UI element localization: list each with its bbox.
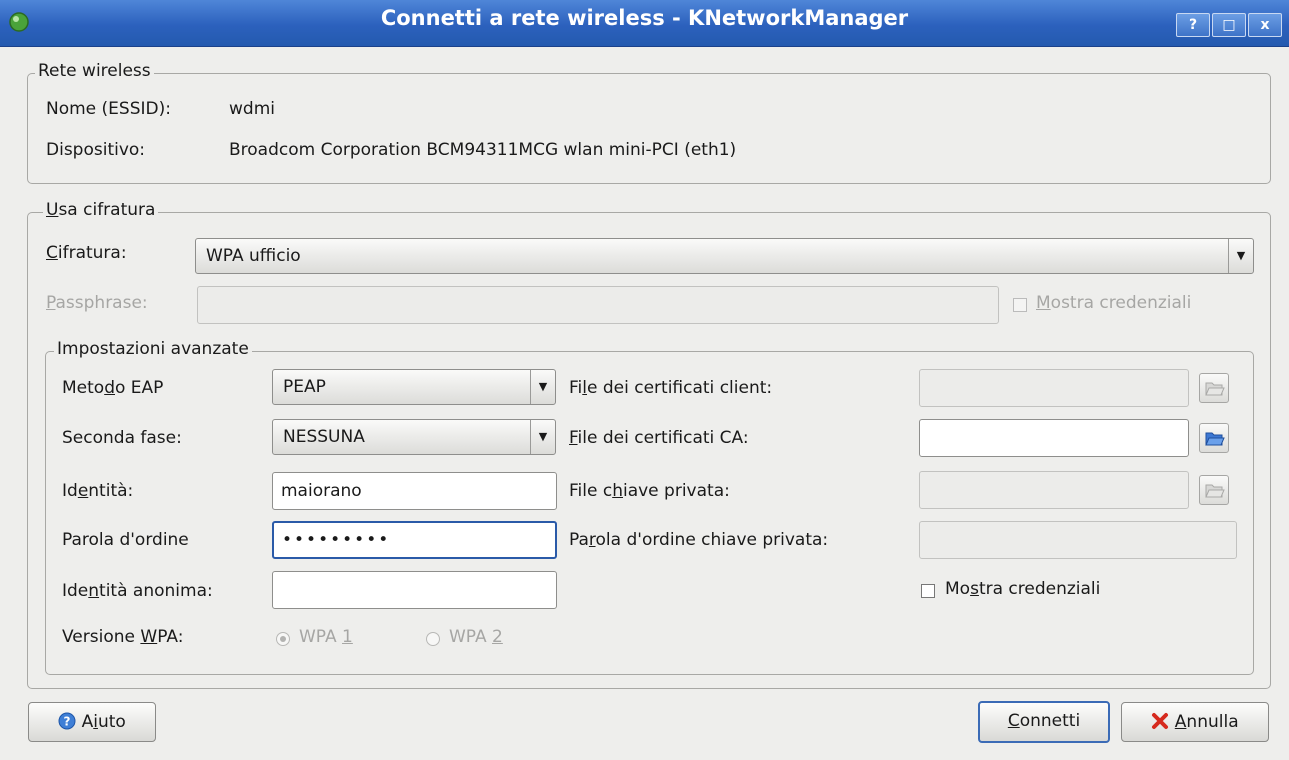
essid-value: wdmi <box>229 99 275 119</box>
client-cert-label: File dei certificati client: <box>569 378 773 398</box>
second-phase-label: Seconda fase: <box>62 428 182 448</box>
private-key-password-input[interactable] <box>919 521 1237 559</box>
cancel-button[interactable]: Annulla <box>1121 702 1269 742</box>
connect-button[interactable]: Connetti <box>978 701 1110 743</box>
svg-text:?: ? <box>64 715 71 729</box>
maximize-button[interactable]: □ <box>1212 13 1246 37</box>
chevron-down-icon: ▼ <box>1228 239 1253 273</box>
anonymous-identity-label: Identità anonima: <box>62 581 213 601</box>
help-button[interactable]: ? Aiuto <box>28 702 156 742</box>
help-title-button[interactable]: ? <box>1176 13 1210 37</box>
device-label: Dispositivo: <box>46 140 146 160</box>
show-credentials-checkbox[interactable] <box>921 584 935 598</box>
show-credentials-label: Mostra credenziali <box>945 579 1101 599</box>
ca-cert-browse-button[interactable] <box>1199 423 1229 453</box>
private-key-label: File chiave privata: <box>569 481 730 501</box>
wpa1-radio[interactable] <box>276 632 290 646</box>
use-encryption-legend[interactable]: Usa cifratura <box>43 200 159 220</box>
password-label: Parola d'ordine <box>62 530 189 550</box>
wireless-group-legend: Rete wireless <box>35 61 154 81</box>
eap-method-label: Metodo EAP <box>62 378 164 398</box>
chevron-down-icon: ▼ <box>530 370 555 404</box>
client-cert-input[interactable] <box>919 369 1189 407</box>
cipher-label: Cifratura: <box>46 243 127 263</box>
anonymous-identity-input[interactable] <box>272 571 557 609</box>
identity-input[interactable]: maiorano <box>272 472 557 510</box>
folder-open-icon <box>1205 484 1225 498</box>
ca-cert-input[interactable] <box>919 419 1189 457</box>
cancel-button-label: Annulla <box>1174 712 1239 732</box>
help-button-label: Aiuto <box>81 712 126 732</box>
folder-open-icon <box>1205 432 1225 446</box>
wpa2-label: WPA 2 <box>449 627 503 647</box>
wpa2-radio[interactable] <box>426 632 440 646</box>
chevron-down-icon: ▼ <box>530 420 555 454</box>
client-cert-browse-button[interactable] <box>1199 373 1229 403</box>
cipher-select-value: WPA ufficio <box>206 246 301 266</box>
title-bar[interactable]: Connetti a rete wireless - KNetworkManag… <box>0 0 1289 47</box>
private-key-password-label: Parola d'ordine chiave privata: <box>569 530 829 550</box>
essid-label: Nome (ESSID): <box>46 99 171 119</box>
window-title: Connetti a rete wireless - KNetworkManag… <box>380 6 909 30</box>
eap-method-value: PEAP <box>283 377 326 397</box>
show-credentials-checkbox-top[interactable] <box>1013 298 1027 312</box>
passphrase-input[interactable] <box>197 286 999 324</box>
device-value: Broadcom Corporation BCM94311MCG wlan mi… <box>229 140 737 160</box>
identity-label: Identità: <box>62 481 134 501</box>
folder-open-icon <box>1205 382 1225 396</box>
second-phase-select[interactable]: NESSUNA ▼ <box>272 419 556 455</box>
private-key-input[interactable] <box>919 471 1189 509</box>
cipher-select[interactable]: WPA ufficio ▼ <box>195 238 1254 274</box>
private-key-browse-button[interactable] <box>1199 475 1229 505</box>
passphrase-label: Passphrase: <box>46 293 148 313</box>
eap-method-select[interactable]: PEAP ▼ <box>272 369 556 405</box>
wpa1-label: WPA 1 <box>299 627 353 647</box>
ca-cert-label: File dei certificati CA: <box>569 428 749 448</box>
close-button[interactable]: x <box>1248 13 1282 37</box>
connect-button-label: Connetti <box>1007 711 1081 731</box>
cancel-x-icon <box>1152 713 1169 729</box>
second-phase-value: NESSUNA <box>283 427 365 447</box>
show-credentials-label-top: Mostra credenziali <box>1036 293 1192 313</box>
help-icon: ? <box>58 712 76 730</box>
password-input[interactable]: ••••••••• <box>272 521 557 559</box>
wireless-network-group <box>27 73 1271 184</box>
advanced-settings-legend: Impostazioni avanzate <box>54 339 252 359</box>
wpa-version-label: Versione WPA: <box>62 627 184 647</box>
